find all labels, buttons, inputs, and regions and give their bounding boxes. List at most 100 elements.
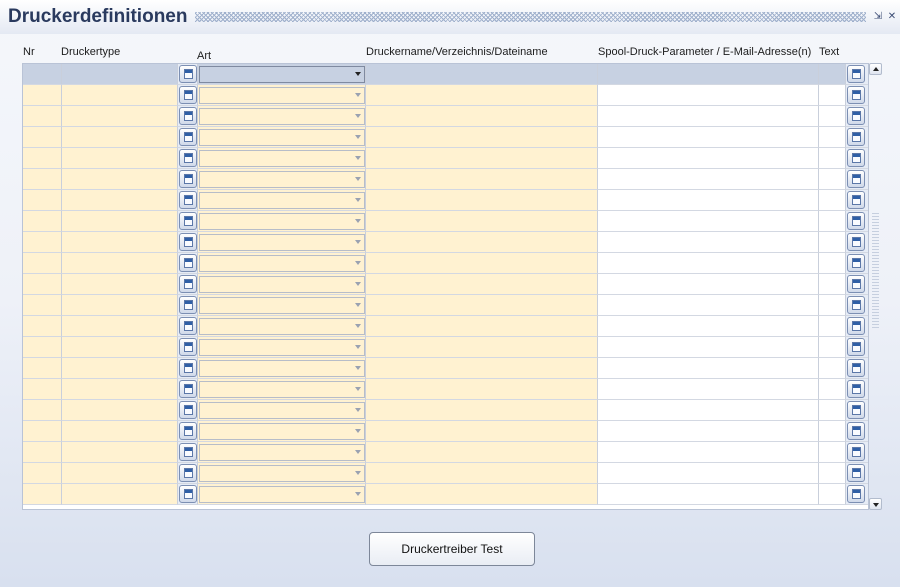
cell-nr[interactable] (23, 253, 62, 274)
lookup-button[interactable] (179, 191, 197, 209)
art-dropdown[interactable] (199, 108, 365, 125)
cell-druckertype[interactable] (62, 295, 178, 316)
cell-spool[interactable] (598, 400, 819, 421)
text-editor-button[interactable] (847, 422, 865, 440)
chevron-down-icon[interactable] (355, 72, 361, 76)
cell-druckername[interactable] (366, 253, 598, 274)
cell-druckername[interactable] (366, 127, 598, 148)
cell-text[interactable] (819, 85, 846, 106)
close-icon[interactable]: ✕ (886, 11, 898, 23)
chevron-down-icon[interactable] (355, 198, 361, 202)
cell-text[interactable] (819, 64, 846, 85)
cell-spool[interactable] (598, 148, 819, 169)
cell-text[interactable] (819, 400, 846, 421)
lookup-button[interactable] (179, 254, 197, 272)
cell-druckertype[interactable] (62, 379, 178, 400)
cell-druckertype[interactable] (62, 337, 178, 358)
cell-spool[interactable] (598, 442, 819, 463)
chevron-down-icon[interactable] (355, 219, 361, 223)
cell-text[interactable] (819, 358, 846, 379)
scroll-up-arrow-icon[interactable] (869, 63, 882, 75)
lookup-button[interactable] (179, 296, 197, 314)
art-dropdown[interactable] (199, 171, 365, 188)
art-dropdown[interactable] (199, 255, 365, 272)
cell-nr[interactable] (23, 358, 62, 379)
cell-druckertype[interactable] (62, 253, 178, 274)
chevron-down-icon[interactable] (355, 366, 361, 370)
cell-text[interactable] (819, 127, 846, 148)
chevron-down-icon[interactable] (355, 324, 361, 328)
art-dropdown[interactable] (199, 318, 365, 335)
cell-text[interactable] (819, 316, 846, 337)
cell-druckername[interactable] (366, 358, 598, 379)
cell-nr[interactable] (23, 190, 62, 211)
cell-spool[interactable] (598, 232, 819, 253)
text-editor-button[interactable] (847, 65, 865, 83)
cell-druckername[interactable] (366, 232, 598, 253)
cell-druckername[interactable] (366, 64, 598, 85)
cell-nr[interactable] (23, 421, 62, 442)
cell-spool[interactable] (598, 316, 819, 337)
lookup-button[interactable] (179, 212, 197, 230)
cell-text[interactable] (819, 379, 846, 400)
scrollbar-thumb[interactable] (872, 213, 879, 328)
cell-druckertype[interactable] (62, 274, 178, 295)
cell-nr[interactable] (23, 379, 62, 400)
text-editor-button[interactable] (847, 275, 865, 293)
cell-druckertype[interactable] (62, 400, 178, 421)
cell-druckertype[interactable] (62, 169, 178, 190)
chevron-down-icon[interactable] (355, 93, 361, 97)
text-editor-button[interactable] (847, 359, 865, 377)
lookup-button[interactable] (179, 107, 197, 125)
lookup-button[interactable] (179, 170, 197, 188)
cell-nr[interactable] (23, 484, 62, 505)
lookup-button[interactable] (179, 317, 197, 335)
cell-nr[interactable] (23, 442, 62, 463)
cell-nr[interactable] (23, 106, 62, 127)
cell-druckertype[interactable] (62, 358, 178, 379)
chevron-down-icon[interactable] (355, 492, 361, 496)
cell-druckertype[interactable] (62, 106, 178, 127)
cell-nr[interactable] (23, 400, 62, 421)
chevron-down-icon[interactable] (355, 282, 361, 286)
chevron-down-icon[interactable] (355, 261, 361, 265)
cell-druckername[interactable] (366, 211, 598, 232)
cell-druckertype[interactable] (62, 85, 178, 106)
cell-nr[interactable] (23, 316, 62, 337)
cell-druckername[interactable] (366, 484, 598, 505)
lookup-button[interactable] (179, 443, 197, 461)
cell-druckername[interactable] (366, 85, 598, 106)
art-dropdown[interactable] (199, 360, 365, 377)
cell-druckername[interactable] (366, 442, 598, 463)
cell-nr[interactable] (23, 295, 62, 316)
text-editor-button[interactable] (847, 464, 865, 482)
chevron-down-icon[interactable] (355, 240, 361, 244)
cell-druckername[interactable] (366, 169, 598, 190)
lookup-button[interactable] (179, 380, 197, 398)
cell-druckertype[interactable] (62, 442, 178, 463)
art-dropdown[interactable] (199, 297, 365, 314)
cell-druckername[interactable] (366, 316, 598, 337)
cell-spool[interactable] (598, 85, 819, 106)
lookup-button[interactable] (179, 359, 197, 377)
art-dropdown[interactable] (199, 150, 365, 167)
cell-nr[interactable] (23, 274, 62, 295)
art-dropdown[interactable] (199, 276, 365, 293)
cell-spool[interactable] (598, 421, 819, 442)
cell-nr[interactable] (23, 337, 62, 358)
chevron-down-icon[interactable] (355, 177, 361, 181)
cell-spool[interactable] (598, 463, 819, 484)
art-dropdown[interactable] (199, 213, 365, 230)
chevron-down-icon[interactable] (355, 303, 361, 307)
text-editor-button[interactable] (847, 233, 865, 251)
cell-druckername[interactable] (366, 379, 598, 400)
cell-druckertype[interactable] (62, 316, 178, 337)
cell-spool[interactable] (598, 190, 819, 211)
cell-nr[interactable] (23, 211, 62, 232)
cell-text[interactable] (819, 274, 846, 295)
cell-text[interactable] (819, 106, 846, 127)
art-dropdown[interactable] (199, 486, 365, 503)
cell-text[interactable] (819, 253, 846, 274)
cell-spool[interactable] (598, 484, 819, 505)
cell-druckertype[interactable] (62, 211, 178, 232)
